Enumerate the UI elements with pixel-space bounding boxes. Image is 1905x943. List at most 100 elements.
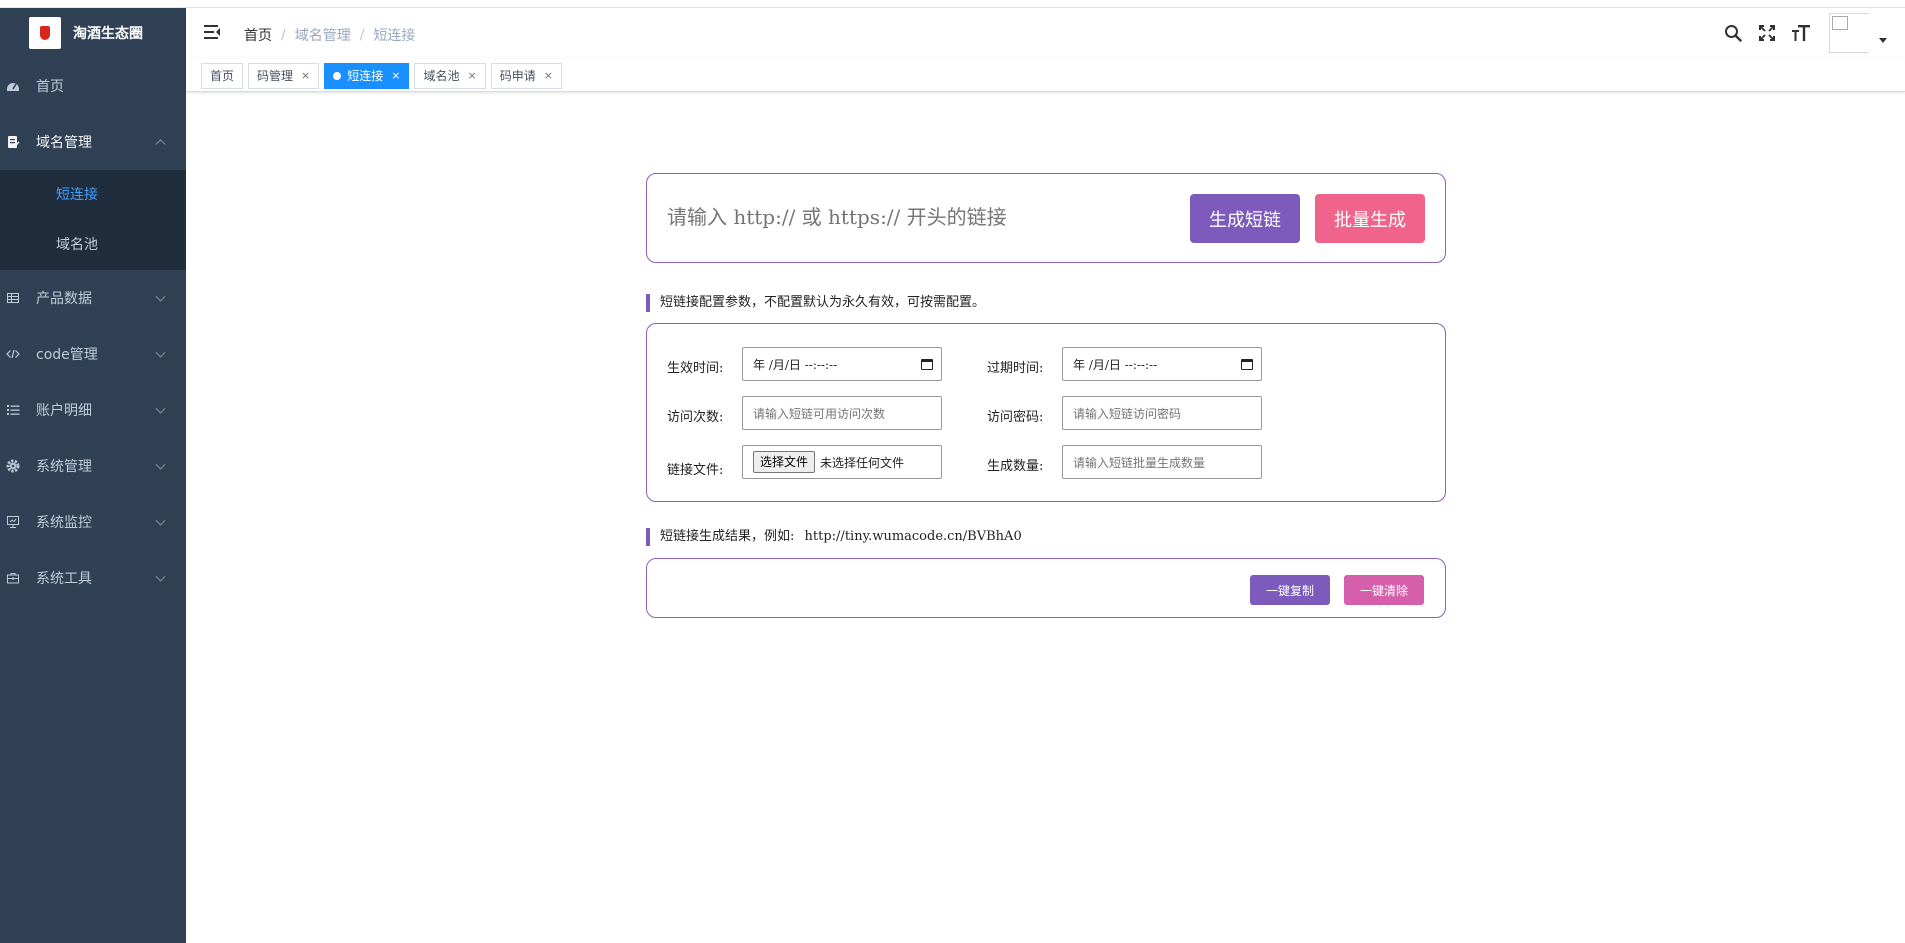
tag-short-link[interactable]: 短连接 × bbox=[324, 63, 410, 89]
sidebar-item-domain-pool[interactable]: 域名池 bbox=[0, 220, 186, 270]
chevron-down-icon bbox=[155, 571, 166, 582]
visits-input[interactable]: 请输入短链可用访问次数 bbox=[742, 396, 942, 430]
breadcrumb-separator: / bbox=[281, 27, 286, 43]
sidebar-item-short-link[interactable]: 短连接 bbox=[0, 170, 186, 220]
app-title: 淘酒生态圈 bbox=[73, 26, 143, 42]
tag-label: 域名池 bbox=[423, 69, 460, 83]
gear-icon bbox=[6, 459, 20, 473]
close-icon[interactable]: × bbox=[468, 64, 477, 88]
tag-domain-pool[interactable]: 域名池 × bbox=[414, 63, 486, 89]
sidebar-item-product-data[interactable]: 产品数据 bbox=[0, 270, 186, 326]
table-icon bbox=[6, 291, 20, 305]
chevron-up-icon bbox=[155, 139, 166, 150]
breadcrumb: 首页 / 域名管理 / 短连接 bbox=[244, 25, 415, 45]
file-status: 未选择任何文件 bbox=[820, 455, 905, 470]
tag-label: 码申请 bbox=[499, 69, 536, 83]
sidebar: 淘酒生态圈 首页 域名管理 短连接 域名池 产品数据 code管理 账户明细 系… bbox=[0, 8, 186, 943]
start-time-label: 生效时间: bbox=[667, 361, 724, 376]
caret-down-icon[interactable] bbox=[1879, 37, 1887, 43]
tag-label: 码管理 bbox=[257, 69, 294, 83]
sidebar-item-label: 系统监控 bbox=[36, 515, 92, 531]
font-size-icon[interactable] bbox=[1791, 23, 1811, 43]
close-icon[interactable]: × bbox=[301, 64, 310, 88]
start-time-value: 年 /月/日 --:--:-- bbox=[753, 357, 838, 372]
breadcrumb-item-short-link: 短连接 bbox=[373, 28, 416, 44]
visits-label: 访问次数: bbox=[667, 410, 724, 425]
tag-home[interactable]: 首页 bbox=[201, 63, 244, 89]
sidebar-item-label: 产品数据 bbox=[36, 291, 92, 307]
copy-all-button[interactable]: 一键复制 bbox=[1250, 575, 1330, 605]
main-content: 生成短链 批量生成 短链接配置参数，不配置默认为永久有效，可按需配置。 生效时间… bbox=[186, 92, 1905, 943]
right-menu bbox=[1723, 8, 1905, 58]
sidebar-item-label: code管理 bbox=[36, 347, 98, 363]
password-label: 访问密码: bbox=[987, 410, 1044, 425]
calendar-icon[interactable] bbox=[921, 358, 933, 370]
calendar-icon[interactable] bbox=[1241, 358, 1253, 370]
sidebar-item-label: 系统工具 bbox=[36, 571, 92, 587]
start-time-field[interactable]: 年 /月/日 --:--:-- bbox=[742, 347, 942, 381]
count-input[interactable]: 请输入短链批量生成数量 bbox=[1062, 445, 1262, 479]
sidebar-item-label: 账户明细 bbox=[36, 403, 92, 419]
list-icon bbox=[6, 403, 20, 417]
dashboard-icon bbox=[6, 79, 20, 93]
chevron-down-icon bbox=[155, 347, 166, 358]
batch-generate-button[interactable]: 批量生成 bbox=[1315, 194, 1425, 243]
submenu-domain-management: 短连接 域名池 bbox=[0, 170, 186, 270]
chevron-down-icon bbox=[155, 515, 166, 526]
hamburger-icon[interactable] bbox=[204, 25, 220, 39]
file-label: 链接文件: bbox=[667, 463, 724, 478]
result-panel: 一键复制 一键清除 bbox=[646, 558, 1446, 618]
config-section-title: 短链接配置参数，不配置默认为永久有效，可按需配置。 bbox=[646, 294, 985, 312]
sidebar-item-label: 系统管理 bbox=[36, 459, 92, 475]
chevron-down-icon bbox=[155, 291, 166, 302]
file-input[interactable]: 选择文件 未选择任何文件 bbox=[742, 445, 942, 479]
password-input[interactable]: 请输入短链访问密码 bbox=[1062, 396, 1262, 430]
tag-code-application[interactable]: 码申请 × bbox=[490, 63, 562, 89]
result-title-text: 短链接生成结果，例如: bbox=[660, 529, 795, 544]
sidebar-item-system-monitor[interactable]: 系统监控 bbox=[0, 494, 186, 550]
close-icon[interactable]: × bbox=[544, 64, 553, 88]
tag-code-management[interactable]: 码管理 × bbox=[248, 63, 320, 89]
url-input[interactable] bbox=[667, 200, 1167, 234]
sidebar-item-code-management[interactable]: code管理 bbox=[0, 326, 186, 382]
close-icon[interactable]: × bbox=[391, 64, 400, 88]
tag-label: 短连接 bbox=[347, 69, 384, 83]
sidebar-item-system-tools[interactable]: 系统工具 bbox=[0, 550, 186, 606]
sidebar-item-domain-management[interactable]: 域名管理 bbox=[0, 114, 186, 170]
clear-all-button[interactable]: 一键清除 bbox=[1344, 575, 1424, 605]
end-time-label: 过期时间: bbox=[987, 361, 1044, 376]
sidebar-item-label: 域名管理 bbox=[36, 135, 92, 151]
chevron-down-icon bbox=[155, 403, 166, 414]
config-panel: 生效时间: 年 /月/日 --:--:-- 过期时间: 年 /月/日 --:--… bbox=[646, 323, 1446, 502]
breadcrumb-item-home[interactable]: 首页 bbox=[244, 25, 272, 45]
sidebar-logo[interactable]: 淘酒生态圈 bbox=[0, 8, 186, 58]
count-label: 生成数量: bbox=[987, 459, 1044, 474]
example-url: http://tiny.wumacode.cn/BVBhA0 bbox=[804, 529, 1022, 544]
sidebar-item-system-management[interactable]: 系统管理 bbox=[0, 438, 186, 494]
end-time-field[interactable]: 年 /月/日 --:--:-- bbox=[1062, 347, 1262, 381]
breadcrumb-item-domain-management[interactable]: 域名管理 bbox=[295, 25, 351, 45]
document-icon bbox=[6, 135, 20, 149]
end-time-value: 年 /月/日 --:--:-- bbox=[1073, 357, 1158, 372]
generate-short-link-button[interactable]: 生成短链 bbox=[1190, 194, 1300, 243]
avatar[interactable] bbox=[1829, 13, 1869, 53]
top-border bbox=[0, 0, 1905, 8]
breadcrumb-separator: / bbox=[359, 27, 365, 43]
sidebar-item-account-detail[interactable]: 账户明细 bbox=[0, 382, 186, 438]
tag-label: 首页 bbox=[210, 69, 235, 83]
logo-image bbox=[29, 17, 61, 49]
monitor-icon bbox=[6, 515, 20, 529]
fullscreen-icon[interactable] bbox=[1757, 23, 1777, 43]
navbar: 首页 / 域名管理 / 短连接 bbox=[186, 8, 1905, 58]
toolbox-icon bbox=[6, 571, 20, 585]
code-icon bbox=[6, 347, 20, 361]
sidebar-item-label: 首页 bbox=[36, 79, 64, 95]
choose-file-button[interactable]: 选择文件 bbox=[753, 451, 816, 473]
search-icon[interactable] bbox=[1723, 23, 1743, 43]
sidebar-item-home[interactable]: 首页 bbox=[0, 58, 186, 114]
chevron-down-icon bbox=[155, 459, 166, 470]
active-dot-icon bbox=[333, 72, 342, 80]
url-input-panel: 生成短链 批量生成 bbox=[646, 173, 1446, 263]
tags-view: 首页 码管理 × 短连接 × 域名池 × 码申请 × bbox=[186, 58, 1905, 92]
result-section-title: 短链接生成结果，例如: http://tiny.wumacode.cn/BVBh… bbox=[646, 528, 1022, 546]
